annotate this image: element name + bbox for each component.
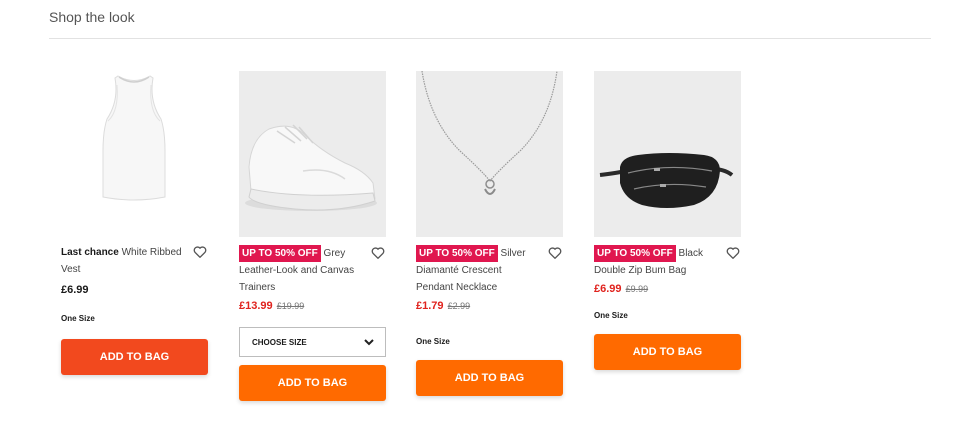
original-price: £19.99: [276, 301, 305, 311]
size-label: One Size: [416, 337, 450, 346]
discount-badge: UP TO 50% OFF: [416, 245, 498, 262]
product-name[interactable]: White Ribbed: [119, 247, 182, 258]
product-name-rest[interactable]: Leather-Look and Canvas Trainers: [239, 265, 354, 293]
white-vest-image: [102, 75, 166, 201]
price-row: £1.79 £2.99: [416, 300, 563, 312]
product-info: UP TO 50% OFF Grey Leather-Look and Canv…: [239, 245, 386, 296]
product-image[interactable]: [61, 71, 208, 237]
product-card: Last chance White Ribbed Vest £6.99 One …: [61, 71, 208, 375]
bum-bag-image: [599, 153, 734, 208]
size-label: One Size: [594, 311, 628, 320]
price-row: £6.99: [61, 284, 208, 296]
product-info: UP TO 50% OFF Silver Diamanté Crescent P…: [416, 245, 563, 296]
white-trainer-image: [245, 124, 377, 211]
size-select[interactable]: CHOOSE SIZE: [239, 327, 386, 357]
product-name-rest[interactable]: Vest: [61, 264, 80, 275]
size-label: One Size: [61, 314, 95, 323]
heart-icon[interactable]: [192, 244, 208, 260]
price-row: £6.99 £9.99: [594, 283, 741, 295]
add-to-bag-button[interactable]: ADD TO BAG: [594, 334, 741, 370]
size-select-label: CHOOSE SIZE: [252, 337, 307, 347]
add-to-bag-button[interactable]: ADD TO BAG: [416, 360, 563, 396]
discount-badge: UP TO 50% OFF: [594, 245, 676, 262]
heart-icon[interactable]: [725, 245, 741, 261]
product-image[interactable]: [416, 71, 563, 237]
price-row: £13.99 £19.99: [239, 300, 386, 312]
section-title: Shop the look: [49, 9, 135, 25]
product-card: UP TO 50% OFF Black Double Zip Bum Bag £…: [594, 71, 741, 370]
product-info: Last chance White Ribbed Vest: [61, 244, 208, 278]
necklace-image: [421, 71, 558, 195]
original-price: £9.99: [625, 284, 649, 294]
product-info: UP TO 50% OFF Black Double Zip Bum Bag: [594, 245, 741, 279]
product-card: UP TO 50% OFF Silver Diamanté Crescent P…: [416, 71, 563, 396]
sale-price: £1.79: [416, 300, 444, 312]
heart-icon[interactable]: [370, 245, 386, 261]
heart-icon[interactable]: [547, 245, 563, 261]
product-card: UP TO 50% OFF Grey Leather-Look and Canv…: [239, 71, 386, 401]
product-image[interactable]: [594, 71, 741, 237]
original-price: £2.99: [447, 301, 471, 311]
product-name-rest[interactable]: Double Zip Bum Bag: [594, 265, 686, 276]
sale-price: £6.99: [594, 283, 622, 295]
sale-price: £13.99: [239, 300, 273, 312]
price: £6.99: [61, 284, 89, 296]
product-name[interactable]: Silver: [498, 248, 526, 259]
product-image[interactable]: [239, 71, 386, 237]
add-to-bag-button[interactable]: ADD TO BAG: [61, 339, 208, 375]
product-name[interactable]: Grey: [321, 248, 346, 259]
product-name[interactable]: Black: [676, 248, 703, 259]
product-name-rest[interactable]: Diamanté Crescent Pendant Necklace: [416, 265, 502, 293]
chevron-down-icon: [364, 339, 374, 346]
discount-badge: UP TO 50% OFF: [239, 245, 321, 262]
last-chance-label: Last chance: [61, 247, 119, 258]
section-divider: [49, 38, 931, 39]
add-to-bag-button[interactable]: ADD TO BAG: [239, 365, 386, 401]
